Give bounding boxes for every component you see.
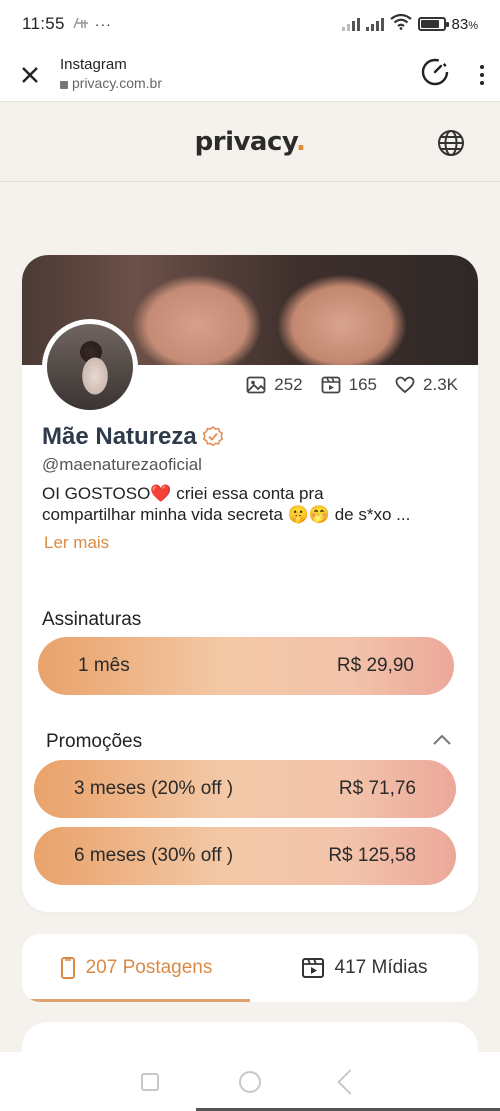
profile-bio: OI GOSTOSO❤️ criei essa conta pra compar… [42, 484, 411, 524]
browser-toolbar: Instagram privacy.com.br [0, 48, 500, 102]
browser-title-block: Instagram privacy.com.br [60, 56, 162, 92]
volte-icon [73, 17, 89, 32]
signal-icon [341, 17, 360, 31]
site-header: privacy. [0, 102, 500, 182]
signal-icon-2 [365, 17, 384, 31]
heart-icon [395, 376, 415, 394]
phone-post-icon [60, 957, 75, 979]
globe-icon[interactable] [436, 128, 466, 163]
wifi-icon [389, 13, 412, 35]
system-nav-bar [0, 1052, 500, 1111]
verified-badge-icon [202, 425, 223, 447]
plan-price: R$ 71,76 [338, 778, 416, 799]
timer-icon[interactable] [420, 57, 450, 92]
battery-icon [417, 17, 449, 31]
avatar[interactable] [42, 319, 138, 415]
battery-percent: 83% [451, 15, 478, 33]
plan-label: 3 meses (20% off ) [74, 778, 234, 799]
tab-media[interactable]: 417 Mídias [250, 934, 478, 1002]
name-row: Mãe Natureza [42, 423, 225, 451]
status-time: 11:55 [22, 14, 65, 33]
plan-3-months-button[interactable]: 3 meses (20% off ) R$ 71,76 [34, 760, 456, 818]
back-icon[interactable] [337, 1068, 363, 1095]
plan-label: 6 meses (30% off ) [74, 845, 234, 866]
browser-url[interactable]: privacy.com.br [60, 75, 162, 93]
likes-stat: 2.3K [395, 375, 458, 395]
lock-icon [60, 80, 68, 89]
browser-title: Instagram [60, 56, 127, 74]
profile-name: Mãe Natureza [42, 423, 197, 450]
plan-price: R$ 29,90 [336, 655, 414, 676]
video-media-icon [301, 958, 324, 978]
image-icon [246, 376, 266, 394]
home-icon[interactable] [239, 1070, 261, 1093]
videos-stat: 165 [321, 375, 377, 395]
read-more-link[interactable]: Ler mais [44, 533, 109, 553]
content-tabs: 207 Postagens 417 Mídias [22, 934, 478, 1002]
profile-stats: 252 165 2.3K [246, 375, 458, 395]
plan-label: 1 mês [78, 655, 130, 676]
profile-card: 252 165 2.3K Mãe Natureza @maenaturezaof… [22, 255, 478, 912]
subscriptions-title: Assinaturas [42, 609, 142, 630]
plan-price: R$ 125,58 [328, 845, 416, 866]
status-bar: 11:55 ··· 83% [0, 0, 500, 48]
profile-handle: @maenaturezaoficial [42, 455, 202, 474]
notification-dots: ··· [94, 16, 112, 32]
more-vertical-icon[interactable] [480, 64, 484, 85]
tab-posts[interactable]: 207 Postagens [22, 934, 250, 1002]
plan-1-month-button[interactable]: 1 mês R$ 29,90 [38, 637, 454, 695]
close-icon[interactable] [16, 61, 44, 89]
video-icon [321, 376, 341, 394]
privacy-logo[interactable]: privacy. [195, 127, 306, 157]
heart-emoji: ❤️ [150, 484, 172, 503]
recents-icon[interactable] [141, 1072, 159, 1091]
promotions-title: Promoções [46, 731, 143, 752]
plan-6-months-button[interactable]: 6 meses (30% off ) R$ 125,58 [34, 827, 456, 885]
chevron-up-icon[interactable] [432, 733, 452, 751]
photos-stat: 252 [246, 375, 303, 395]
